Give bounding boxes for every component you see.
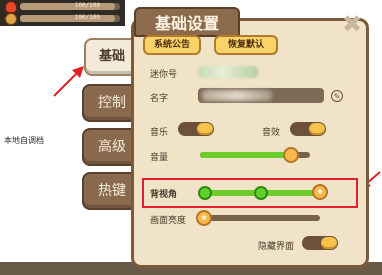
heart-icon (6, 2, 16, 12)
hunger-icon (6, 14, 16, 24)
mini-id-label: 迷你号 (150, 70, 178, 80)
hide-ui-toggle-knob (321, 237, 337, 249)
mini-id-value (198, 66, 258, 78)
annotation-arrow-left (53, 66, 84, 97)
fov-label: 背视角 (150, 190, 178, 200)
restore-default-button[interactable]: 恢复默认 (214, 35, 278, 55)
brightness-slider-track[interactable] (204, 215, 320, 221)
sfx-toggle[interactable] (290, 122, 326, 136)
hunger-bar: 100/100 (20, 14, 120, 22)
brightness-slider-thumb[interactable]: ★ (196, 210, 212, 226)
health-bar: 100/100 (20, 2, 120, 10)
sfx-label: 音效 (262, 128, 281, 138)
brightness-label: 画面亮度 (150, 216, 187, 226)
settings-panel (131, 18, 369, 268)
hud-status-bar: 100/100 100/100 (0, 0, 125, 26)
fov-step-dot-1[interactable] (198, 186, 212, 200)
announcement-button[interactable]: 系统公告 (143, 35, 201, 55)
edit-icon[interactable]: ✎ (331, 90, 343, 102)
close-icon[interactable]: ✖ (340, 12, 364, 36)
fov-slider-thumb[interactable]: ★ (312, 184, 328, 200)
sfx-toggle-knob (309, 123, 325, 135)
volume-slider-fill (200, 152, 292, 158)
hunger-text: 100/100 (74, 14, 100, 21)
fov-step-dot-2[interactable] (254, 186, 268, 200)
music-toggle[interactable] (178, 122, 214, 136)
health-bar-fill (20, 3, 115, 10)
music-label: 音乐 (150, 128, 169, 138)
volume-label: 音量 (150, 153, 169, 163)
name-label: 名字 (150, 94, 169, 104)
health-text: 100/100 (74, 2, 100, 9)
name-value (202, 90, 272, 101)
left-caption: 本地自调档 (4, 136, 44, 145)
panel-title: 基础设置 (134, 7, 240, 37)
hide-ui-toggle[interactable] (302, 236, 338, 250)
hunger-bar-fill (20, 15, 115, 22)
music-toggle-knob (197, 123, 213, 135)
name-field[interactable] (198, 88, 324, 103)
hide-ui-label: 隐藏界面 (258, 242, 295, 252)
